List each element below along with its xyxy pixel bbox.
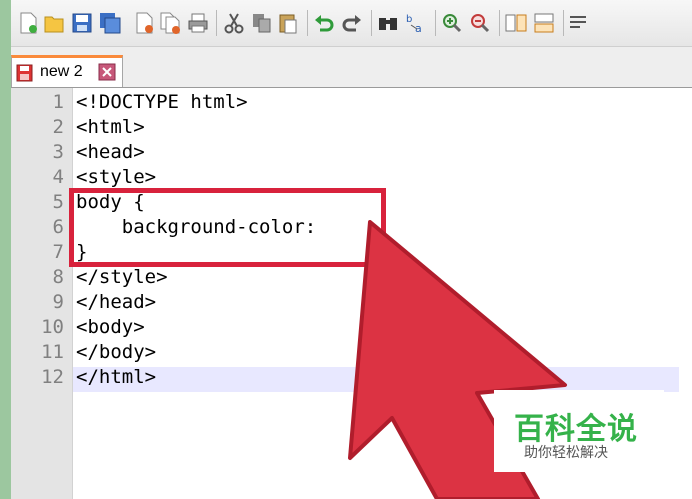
watermark-subtitle: 助你轻松解决 bbox=[524, 445, 608, 461]
watermark: 百科全说 助你轻松解决 bbox=[494, 390, 664, 472]
